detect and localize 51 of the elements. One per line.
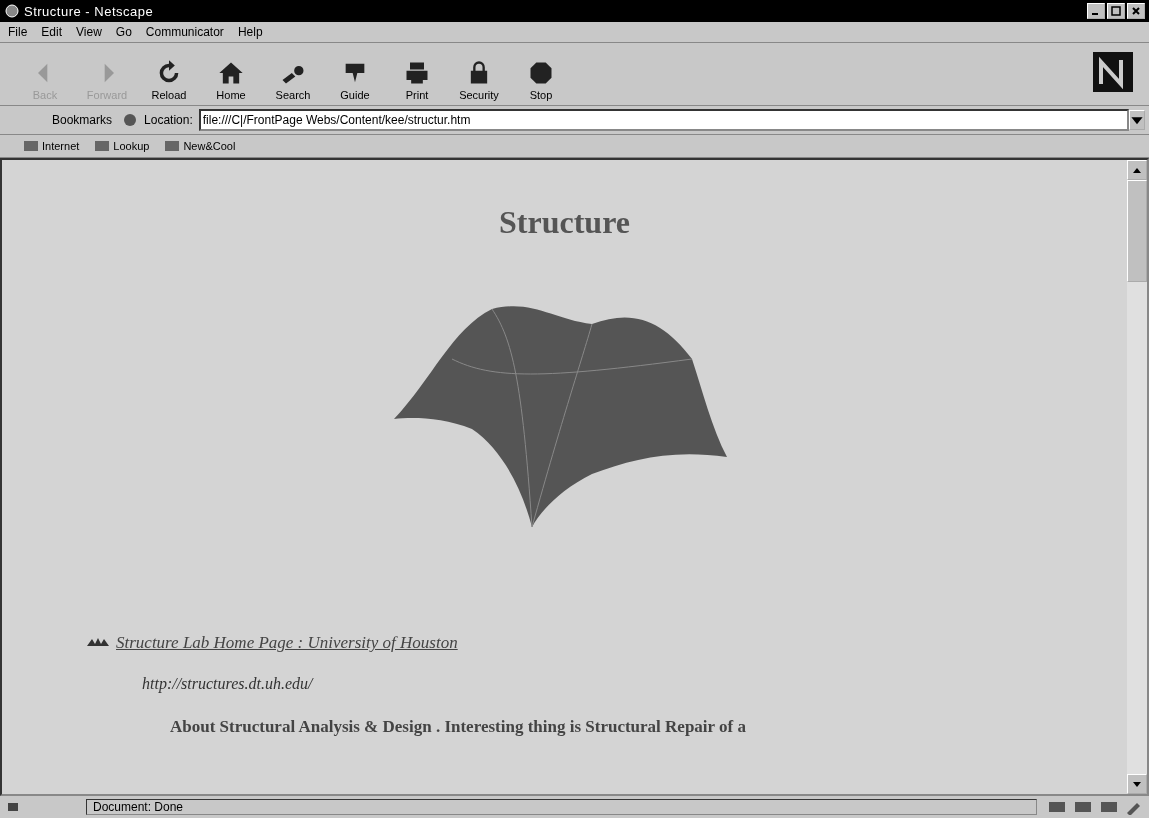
status-text: Document: Done (86, 799, 1037, 815)
n-logo-icon (1093, 52, 1133, 92)
menu-item[interactable]: Go (115, 25, 132, 39)
close-button[interactable] (1127, 3, 1145, 19)
lock-icon (8, 803, 18, 811)
close-icon (1132, 7, 1140, 15)
folder-icon (24, 141, 38, 151)
toolbar-button[interactable]: Print (388, 59, 446, 101)
home-icon (219, 62, 243, 84)
location-label: Location: (144, 113, 193, 127)
scroll-down-icon (1133, 781, 1141, 787)
scroll-up-icon (1133, 167, 1141, 173)
bookmarks-button[interactable]: Bookmarks (48, 113, 117, 127)
search-icon (282, 66, 304, 84)
left-arrow-icon (38, 63, 48, 83)
toolbar-button[interactable]: Home (202, 59, 260, 101)
folder-icon (95, 141, 110, 151)
toolbar-button[interactable]: Guide (326, 59, 384, 101)
scroll-thumb[interactable] (1127, 180, 1147, 282)
toolbar-button[interactable]: Reload (140, 59, 198, 101)
home-page-link[interactable]: Structure Lab Home Page : University of Houston (116, 633, 458, 653)
stop-icon (530, 62, 552, 84)
toolbar-button[interactable]: Search (264, 59, 322, 101)
minimize-button[interactable] (1087, 3, 1105, 19)
menu-item[interactable]: View (76, 25, 102, 39)
personal-toolbar-button[interactable]: Lookup (95, 140, 150, 152)
page-heading: Structure (499, 204, 630, 241)
minimize-icon (1092, 13, 1098, 15)
vertical-scrollbar[interactable] (1127, 160, 1147, 794)
personal-toolbar-button[interactable]: New&Cool (165, 140, 236, 152)
toolbar-button[interactable]: Stop (512, 59, 570, 101)
toolbar-button[interactable]: Security (450, 59, 508, 101)
signpost-icon (345, 63, 365, 83)
maximize-icon (1111, 6, 1121, 16)
folder-icon (165, 141, 180, 151)
printer-icon (406, 62, 428, 84)
description-text: About Structural Analysis & Design . Interesting thing is Structural Repair of a (170, 717, 746, 737)
menu-item[interactable]: Help (237, 25, 263, 39)
maximize-button[interactable] (1107, 3, 1125, 19)
site-url-text: http://structures.dt.uh.edu/ (142, 675, 313, 693)
right-arrow-icon (104, 63, 114, 83)
menu-item[interactable]: File (8, 25, 28, 39)
personal-toolbar-button[interactable]: Internet (24, 140, 80, 152)
menu-item[interactable]: Edit (41, 25, 63, 39)
reload-icon (159, 60, 179, 83)
url-field[interactable]: file:///C|/FrontPage Webs/Content/kee/structur.htm (198, 109, 1129, 131)
window-title: Structure - Netscape (24, 3, 154, 19)
app-icon (4, 3, 20, 19)
location-icon (122, 112, 139, 128)
padlock-icon (470, 61, 488, 84)
menu-item[interactable]: Communicator (145, 25, 224, 39)
